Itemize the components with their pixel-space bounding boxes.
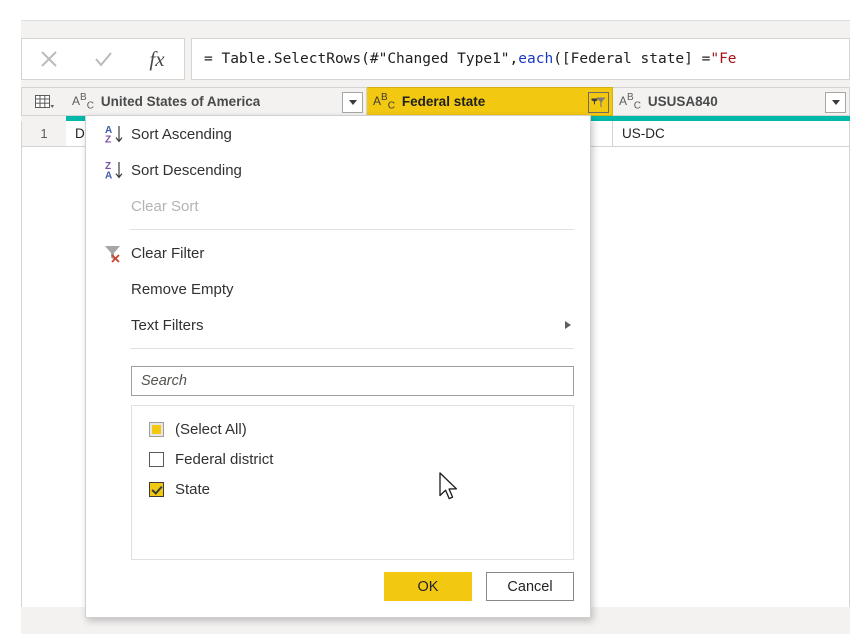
menu-item-remove-empty[interactable]: Remove Empty — [86, 271, 590, 307]
dialog-buttons: OK Cancel — [86, 572, 590, 601]
formula-token-string: "Fe — [710, 51, 737, 67]
column-header-federal-state[interactable]: ABC Federal state — [367, 87, 613, 116]
clear-filter-icon — [99, 243, 129, 263]
menu-item-label: Clear Filter — [131, 244, 205, 262]
filter-dropdown-panel: A Z Sort Ascending Z A Sort Descending C… — [85, 115, 591, 618]
abc-type-icon: ABC — [619, 91, 641, 112]
close-icon[interactable] — [24, 39, 74, 79]
filter-search-row: Search — [86, 354, 590, 396]
menu-item-clear-sort: Clear Sort — [86, 188, 590, 224]
chevron-down-icon[interactable] — [825, 92, 846, 113]
list-item-state[interactable]: State — [132, 474, 573, 504]
menu-item-text-filters[interactable]: Text Filters — [86, 307, 590, 343]
checkbox-indeterminate-icon[interactable] — [149, 421, 164, 437]
menu-item-label: Text Filters — [131, 316, 204, 334]
cancel-button[interactable]: Cancel — [486, 572, 574, 601]
column-header-united-states-of-america[interactable]: ABC United States of America — [66, 87, 367, 116]
left-gutter — [0, 20, 21, 634]
chevron-down-icon[interactable] — [342, 92, 363, 113]
checkbox-unchecked-icon[interactable] — [149, 451, 164, 467]
column-header-label: USUSA840 — [647, 94, 718, 109]
menu-divider — [130, 229, 574, 230]
column-header-label: Federal state — [401, 94, 486, 109]
svg-text:Z: Z — [105, 135, 111, 145]
abc-type-icon: ABC — [72, 91, 94, 112]
formula-bar-buttons: fx — [21, 38, 185, 80]
table-icon[interactable] — [21, 87, 66, 116]
filter-values-row: (Select All) Federal district State — [86, 396, 590, 560]
column-header-label: United States of America — [100, 94, 261, 109]
check-icon[interactable] — [78, 39, 128, 79]
menu-item-label: Clear Sort — [131, 197, 199, 215]
formula-text-middle: ([Federal state] = — [553, 51, 711, 67]
ok-button[interactable]: OK — [384, 572, 472, 601]
list-item-federal-district[interactable]: Federal district — [132, 444, 573, 474]
table-cell-code[interactable]: US-DC — [613, 121, 850, 147]
list-item-label: (Select All) — [175, 420, 247, 438]
menu-item-label: Remove Empty — [131, 280, 234, 298]
column-header-ususa840[interactable]: ABC USUSA840 — [613, 87, 850, 116]
checkbox-checked-icon[interactable] — [149, 481, 164, 497]
sort-ascending-icon: A Z — [99, 124, 129, 144]
formula-token-each: each — [518, 51, 554, 67]
list-item-label: State — [175, 480, 211, 498]
row-number: 1 — [21, 121, 66, 147]
formula-input[interactable]: = Table.SelectRows(#"Changed Type1", eac… — [191, 38, 850, 80]
search-input[interactable]: Search — [131, 366, 574, 396]
filter-values-list[interactable]: (Select All) Federal district State — [131, 405, 574, 560]
power-query-editor: fx = Table.SelectRows(#"Changed Type1", … — [0, 0, 850, 634]
menu-divider — [130, 348, 574, 349]
svg-text:A: A — [105, 171, 112, 181]
grid-header-row: ABC United States of America ABC Federal… — [21, 87, 850, 116]
menu-item-sort-ascending[interactable]: A Z Sort Ascending — [86, 116, 590, 152]
sort-descending-icon: Z A — [99, 160, 129, 180]
abc-type-icon: ABC — [373, 91, 395, 112]
filter-icon[interactable] — [588, 92, 609, 113]
menu-item-sort-descending[interactable]: Z A Sort Descending — [86, 152, 590, 188]
menu-item-label: Sort Descending — [131, 161, 242, 179]
menu-item-clear-filter[interactable]: Clear Filter — [86, 235, 590, 271]
menu-item-label: Sort Ascending — [131, 125, 232, 143]
formula-text-prefix: = Table.SelectRows(#"Changed Type1", — [204, 51, 519, 67]
fx-icon[interactable]: fx — [132, 39, 182, 79]
formula-bar: fx = Table.SelectRows(#"Changed Type1", … — [21, 38, 850, 80]
chevron-right-icon — [565, 320, 571, 329]
list-item-select-all[interactable]: (Select All) — [132, 414, 573, 444]
list-item-label: Federal district — [175, 450, 274, 468]
